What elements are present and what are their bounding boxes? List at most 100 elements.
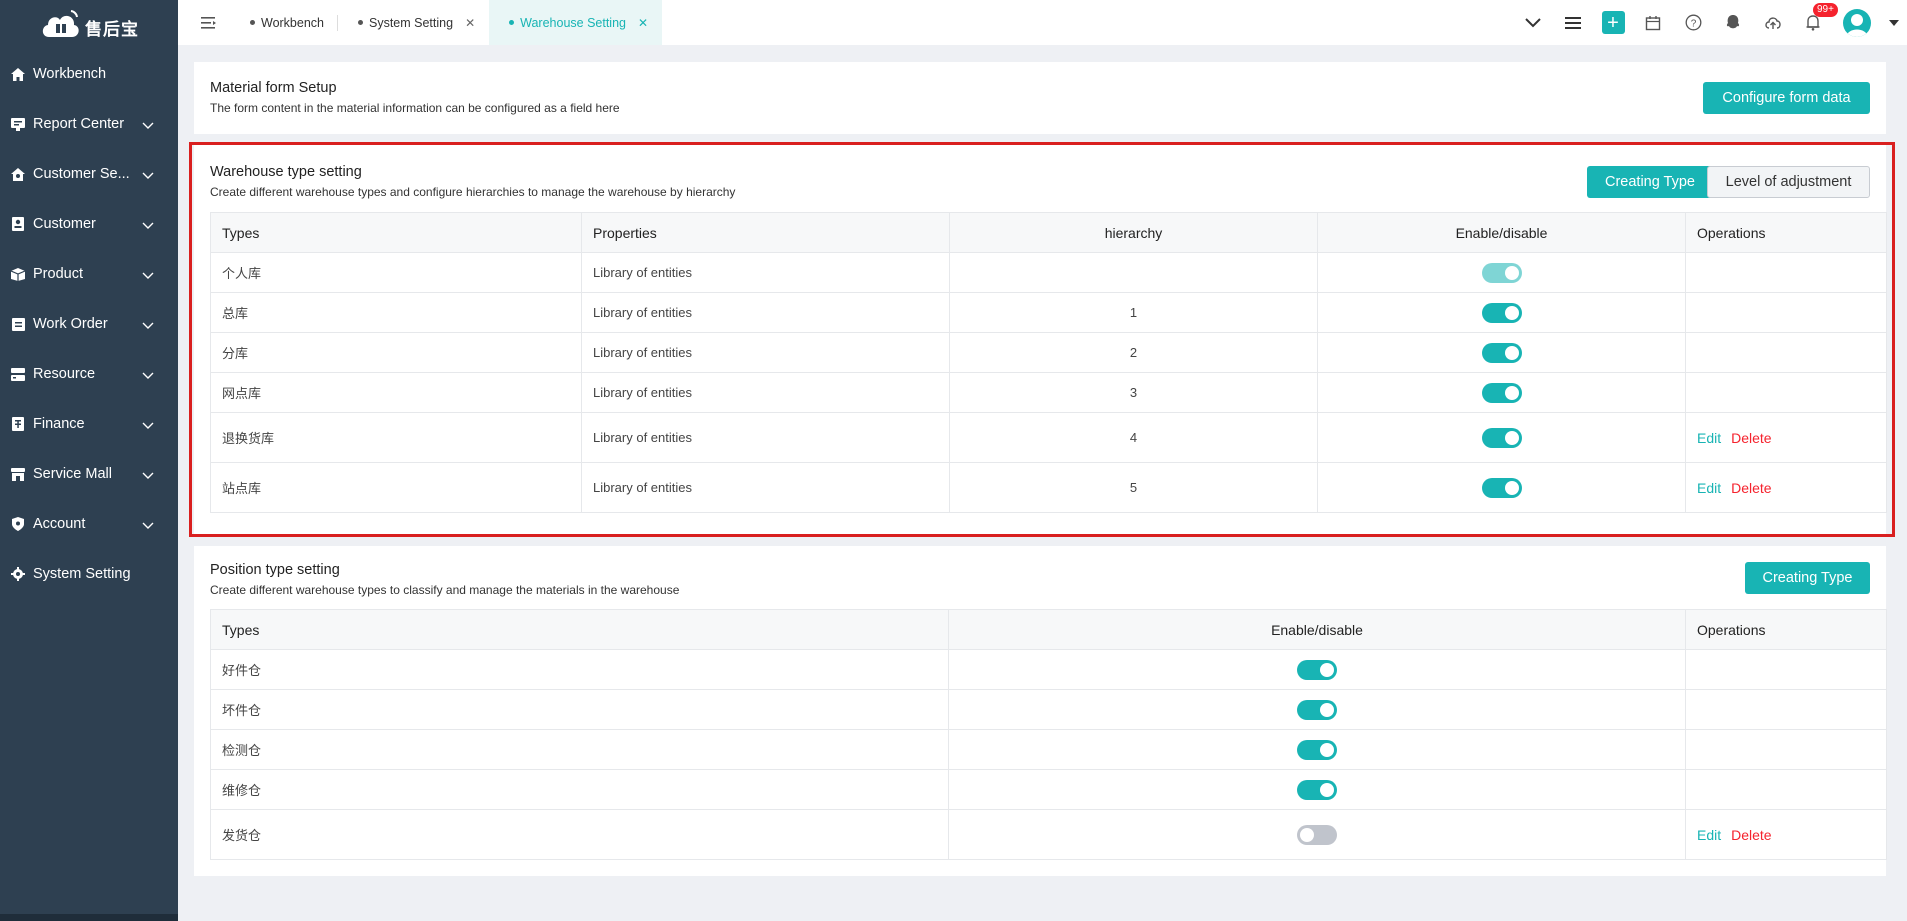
enable-toggle[interactable] [1481, 342, 1522, 363]
close-icon[interactable]: ✕ [638, 16, 648, 30]
sidebar-item-workbench[interactable]: Workbench [0, 49, 178, 99]
table-row: 站点库 Library of entities 5 Edit Delete [210, 462, 1887, 513]
enable-toggle[interactable] [1297, 699, 1337, 720]
user-avatar[interactable] [1833, 0, 1881, 45]
property-cell: Library of entities [581, 332, 950, 373]
tab-workbench[interactable]: Workbench [230, 0, 338, 45]
gear-icon [11, 567, 25, 581]
enable-cell [948, 649, 1686, 690]
sidebar-item-report-center[interactable]: Report Center [0, 99, 178, 149]
enable-toggle[interactable] [1481, 427, 1522, 448]
home-icon [11, 67, 25, 81]
chevron-down-icon[interactable] [142, 167, 156, 181]
chevron-down-icon[interactable] [142, 217, 156, 231]
tab-label: System Setting [369, 15, 454, 30]
type-cell: 维修仓 [210, 769, 949, 810]
notification-bell-icon[interactable]: 99+ [1793, 0, 1838, 45]
column-header: Types [210, 212, 582, 253]
type-cell: 检测仓 [210, 729, 949, 770]
sidebar-item-account[interactable]: Account [0, 499, 178, 549]
chevron-down-icon[interactable] [142, 467, 156, 481]
finance-icon [11, 417, 25, 431]
enable-cell [1317, 332, 1686, 373]
delete-link[interactable]: Delete [1731, 480, 1771, 496]
sidebar-item-customer-se[interactable]: Customer Se... [0, 149, 178, 199]
avatar [1843, 8, 1871, 37]
table-row: 个人库 Library of entities [210, 252, 1887, 293]
enable-toggle[interactable] [1297, 659, 1337, 680]
sidebar-item-label: Work Order [33, 316, 108, 332]
edit-link[interactable]: Edit [1697, 430, 1721, 446]
table-row: 总库 Library of entities 1 [210, 292, 1887, 333]
sidebar-item-label: System Setting [33, 566, 131, 582]
chevron-down-icon[interactable] [142, 517, 156, 531]
sidebar-item-label: Customer Se... [33, 166, 130, 182]
sidebar-item-finance[interactable]: Finance [0, 399, 178, 449]
list-menu-icon[interactable] [1553, 0, 1593, 45]
chevron-down-icon[interactable] [1513, 0, 1553, 45]
type-cell: 退换货库 [210, 412, 582, 463]
sidebar-item-label: Report Center [33, 116, 125, 132]
enable-toggle[interactable] [1297, 739, 1337, 760]
sidebar-item-product[interactable]: Product [0, 249, 178, 299]
delete-link[interactable]: Delete [1731, 827, 1771, 843]
sidebar-item-system-setting[interactable]: System Setting [0, 549, 178, 599]
plus-icon: + [1601, 11, 1625, 34]
chevron-down-icon[interactable] [142, 367, 156, 381]
sidebar-item-label: Resource [33, 366, 96, 382]
work-order-icon [11, 317, 25, 331]
chevron-down-icon[interactable] [142, 117, 156, 131]
sidebar-item-customer[interactable]: Customer [0, 199, 178, 249]
property-cell: Library of entities [581, 252, 950, 293]
calendar-icon[interactable] [1633, 0, 1673, 45]
type-cell: 好件仓 [210, 649, 949, 690]
level-of-adjustment-button[interactable]: Level of adjustment [1707, 166, 1870, 198]
column-header: Types [210, 609, 949, 650]
enable-toggle [1481, 262, 1522, 283]
user-dropdown-icon[interactable] [1881, 0, 1907, 45]
sidebar-item-resource[interactable]: Resource [0, 349, 178, 399]
close-icon[interactable]: ✕ [465, 16, 475, 30]
configure-form-data-button[interactable]: Configure form data [1703, 82, 1870, 114]
column-header: Properties [581, 212, 950, 253]
edit-link[interactable]: Edit [1697, 827, 1721, 843]
chevron-down-icon[interactable] [142, 317, 156, 331]
hierarchy-cell: 1 [949, 292, 1318, 333]
app-logo[interactable]: 售后宝 [0, 0, 178, 47]
enable-cell [1317, 372, 1686, 413]
enable-toggle[interactable] [1297, 779, 1337, 800]
help-icon[interactable]: ? [1673, 0, 1713, 45]
warehouse-creating-type-button[interactable]: Creating Type [1587, 166, 1713, 198]
enable-toggle[interactable] [1481, 477, 1522, 498]
tab-system-setting[interactable]: System Setting ✕ [338, 0, 489, 45]
sidebar-item-work-order[interactable]: Work Order [0, 299, 178, 349]
tab-label: Workbench [261, 15, 324, 30]
type-cell: 个人库 [210, 252, 582, 293]
cloud-upload-icon[interactable] [1753, 0, 1793, 45]
enable-cell [1317, 292, 1686, 333]
tab-dot-icon [509, 20, 515, 25]
position-creating-type-button[interactable]: Creating Type [1745, 562, 1870, 594]
edit-link[interactable]: Edit [1697, 480, 1721, 496]
warehouse-type-desc: Create different warehouse types and con… [210, 185, 736, 199]
column-header: hierarchy [949, 212, 1318, 253]
chevron-down-icon[interactable] [142, 267, 156, 281]
tab-label: Warehouse Setting [520, 15, 626, 30]
add-button[interactable]: + [1593, 0, 1633, 45]
tab-warehouse-setting[interactable]: Warehouse Setting ✕ [489, 0, 663, 45]
sidebar-item-service-mall[interactable]: Service Mall [0, 449, 178, 499]
enable-toggle[interactable] [1297, 824, 1337, 845]
collapse-menu-icon[interactable] [188, 0, 230, 45]
position-type-table: Types Enable/disable Operations 好件仓 坏件仓 检测仓维… [210, 609, 1887, 860]
sidebar-nav: Workbench Report Center Customer Se... Cust… [0, 49, 178, 599]
chevron-down-icon[interactable] [142, 417, 156, 431]
chat-icon[interactable] [1713, 0, 1753, 45]
delete-link[interactable]: Delete [1731, 430, 1771, 446]
enable-toggle[interactable] [1481, 302, 1522, 323]
property-cell: Library of entities [581, 412, 950, 463]
enable-toggle[interactable] [1481, 382, 1522, 403]
operations-cell [1685, 769, 1887, 810]
hierarchy-cell: 2 [949, 332, 1318, 373]
table-row: 退换货库 Library of entities 4 Edit Delete [210, 412, 1887, 463]
material-form-card: Material form Setup The form content in … [194, 62, 1886, 134]
